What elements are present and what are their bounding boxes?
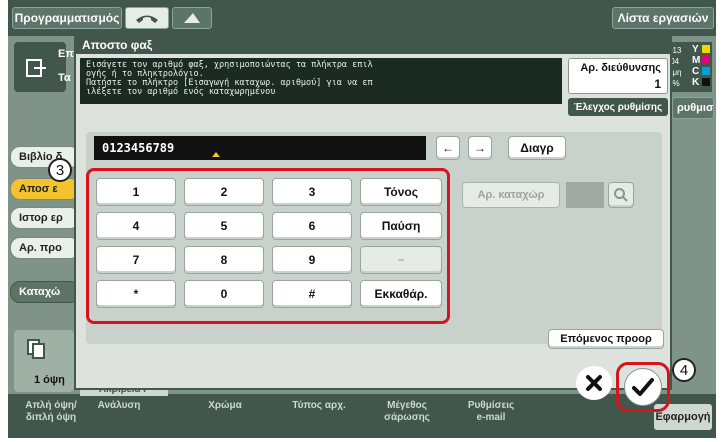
key-star[interactable]: * xyxy=(96,280,176,308)
checkmark-icon xyxy=(632,378,654,396)
bottom-item-duplex[interactable]: Απλή όψη/ διπλή όψη xyxy=(22,400,80,424)
fax-mode-tile: Επ Τα xyxy=(14,42,74,92)
key-9[interactable]: 9 xyxy=(272,246,352,274)
instruction-message: Εισάγετε τον αριθμό φαξ, χρησιμοποιώντας… xyxy=(80,58,562,104)
close-icon xyxy=(586,375,602,391)
fax-number-input[interactable]: 0123456789 xyxy=(94,136,426,160)
sidebar-item-job-history[interactable]: Ιστορ ερ xyxy=(10,207,80,229)
bottom-item-scan-size[interactable]: Μέγεθος σάρωσης xyxy=(374,400,440,424)
toner-letters: Y M C K xyxy=(692,44,701,88)
next-destination-button[interactable]: Επόμενος προορ xyxy=(548,329,664,349)
job-list-tab[interactable]: Λίστα εργασιών xyxy=(612,7,714,29)
registered-number-field xyxy=(566,182,604,208)
sidebar-item-address-number[interactable]: Αρ. προ xyxy=(10,237,80,259)
delete-button[interactable]: Διαγρ xyxy=(508,136,566,160)
pause-button[interactable]: Παύση xyxy=(360,212,442,240)
step-callout-3: 3 xyxy=(48,158,72,182)
fax-dialog: Αποστο φαξ Εισάγετε τον αριθμό φαξ, χρησ… xyxy=(74,34,672,412)
partial-label-mid: Τα xyxy=(58,72,71,84)
address-number-label: Αρ. διεύθυνσης xyxy=(580,62,661,74)
bottom-item-color[interactable]: Χρώμα xyxy=(200,400,250,412)
bottom-item-email-settings[interactable]: Ρυθμίσεις e-mail xyxy=(456,400,526,424)
key-0[interactable]: 0 xyxy=(184,280,264,308)
address-number-box: Αρ. διεύθυνσης 1 xyxy=(568,58,668,94)
document-icon xyxy=(26,59,46,77)
phone-icon[interactable] xyxy=(125,7,169,29)
settings-tab[interactable]: ρυθμισ xyxy=(672,97,714,119)
bottom-bar: Απλή όψη/ διπλή όψη Ανάλυση Χρώμα Τύπος … xyxy=(8,394,716,438)
cancel-button[interactable] xyxy=(576,366,612,400)
keypad: 1 2 3 Τόνος 4 5 6 Παύση 7 8 9− * 0 # Εκκαθάρ. xyxy=(96,178,442,318)
top-bar: Προγραμματισμός Λίστα εργασιών xyxy=(8,0,716,36)
registered-number-button: Αρ. καταχώρ xyxy=(462,182,560,208)
cursor-right-button[interactable]: → xyxy=(468,136,492,160)
tab-programming[interactable]: Προγραμματισμός xyxy=(12,7,122,29)
step-callout-4: 4 xyxy=(672,358,696,382)
copy-count-panel: 1 όψη xyxy=(14,330,74,392)
key-7[interactable]: 7 xyxy=(96,246,176,274)
key-3[interactable]: 3 xyxy=(272,178,352,206)
toner-bar-black xyxy=(702,78,710,86)
check-settings-button[interactable]: Έλεγχος ρυθμίσης xyxy=(568,98,668,116)
cursor-left-button[interactable]: ← xyxy=(436,136,460,160)
toner-bar-magenta xyxy=(702,56,710,64)
address-number-value: 1 xyxy=(654,77,661,91)
bottom-item-resolution[interactable]: Ανάλυση xyxy=(90,400,148,412)
hyphen-button: − xyxy=(360,246,442,274)
search-icon xyxy=(608,182,634,208)
copy-count-label: 1 όψη xyxy=(34,374,65,386)
key-6[interactable]: 6 xyxy=(272,212,352,240)
pages-icon xyxy=(27,339,45,359)
toner-status: 013 :04 ήμη 3% Y M C K xyxy=(666,42,712,92)
partial-label-top: Επ xyxy=(58,48,74,60)
sidebar-item-register[interactable]: Καταχώ xyxy=(10,281,80,303)
key-hash[interactable]: # xyxy=(272,280,352,308)
fax-screen: Προγραμματισμός Λίστα εργασιών Επ Τα Βιβ… xyxy=(8,0,716,438)
ok-button[interactable] xyxy=(624,368,662,406)
key-4[interactable]: 4 xyxy=(96,212,176,240)
key-8[interactable]: 8 xyxy=(184,246,264,274)
clear-button[interactable]: Εκκαθάρ. xyxy=(360,280,442,308)
tone-button[interactable]: Τόνος xyxy=(360,178,442,206)
key-2[interactable]: 2 xyxy=(184,178,264,206)
bottom-item-original-type[interactable]: Τύπος αρχ. xyxy=(286,400,352,412)
key-5[interactable]: 5 xyxy=(184,212,264,240)
cursor-marker xyxy=(212,152,220,157)
key-1[interactable]: 1 xyxy=(96,178,176,206)
sidebar-item-direct-input[interactable]: Αποσ ε xyxy=(10,178,80,200)
toner-bar-cyan xyxy=(702,67,710,75)
dialog-title: Αποστο φαξ xyxy=(76,36,670,54)
toner-bar-yellow xyxy=(702,45,710,53)
fax-icon[interactable] xyxy=(172,7,212,29)
